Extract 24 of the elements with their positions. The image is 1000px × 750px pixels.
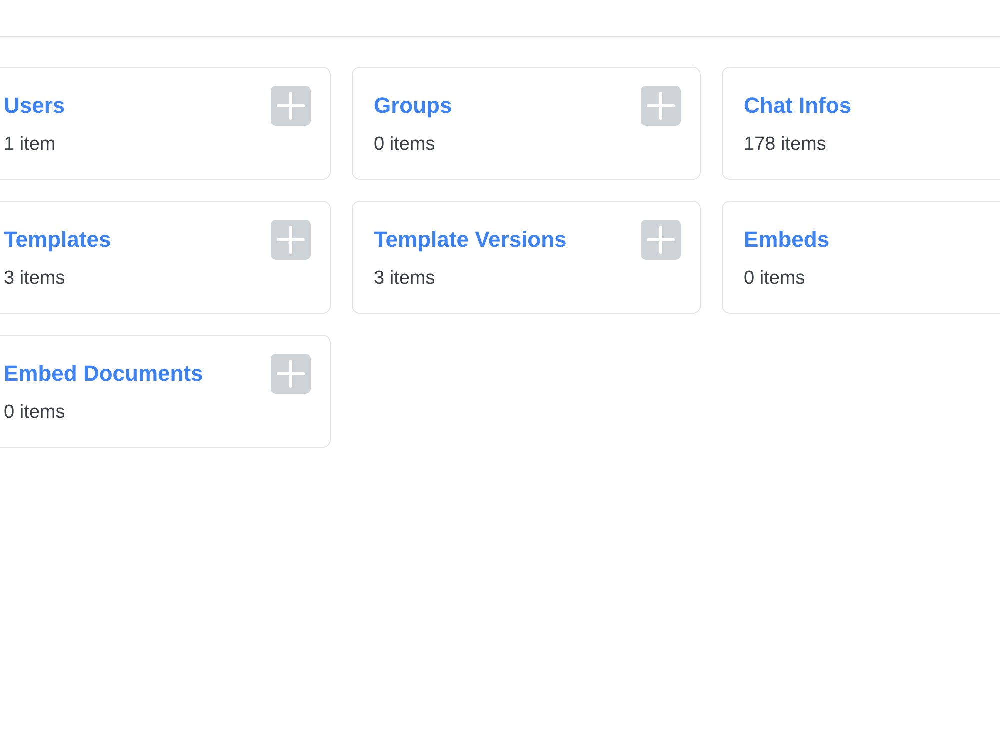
collection-title-link[interactable]: Chat Infos [744, 86, 852, 126]
add-button[interactable] [271, 354, 311, 394]
collection-title-link[interactable]: Template Versions [374, 220, 567, 260]
collection-title-link[interactable]: Templates [4, 220, 112, 260]
add-button[interactable] [271, 86, 311, 126]
item-count: 178 items [744, 133, 828, 157]
collection-title-link[interactable]: Embeds [744, 220, 830, 260]
add-button[interactable] [641, 86, 681, 126]
item-count: 0 items [744, 267, 806, 291]
item-count: 0 items [4, 401, 66, 425]
collection-title-link[interactable]: Groups [374, 86, 452, 126]
collection-title-link[interactable]: Users [4, 86, 66, 126]
plus-icon [647, 226, 675, 254]
plus-icon [277, 226, 305, 254]
add-button[interactable] [641, 220, 681, 260]
item-count: 0 items [374, 133, 436, 157]
item-count: 1 item [4, 133, 57, 157]
plus-icon [277, 92, 305, 120]
add-button[interactable] [271, 220, 311, 260]
item-count: 3 items [4, 267, 66, 291]
collection-title-link[interactable]: Embed Documents [4, 354, 204, 394]
item-count: 3 items [374, 267, 436, 291]
plus-icon [647, 92, 675, 120]
plus-icon [277, 360, 305, 388]
